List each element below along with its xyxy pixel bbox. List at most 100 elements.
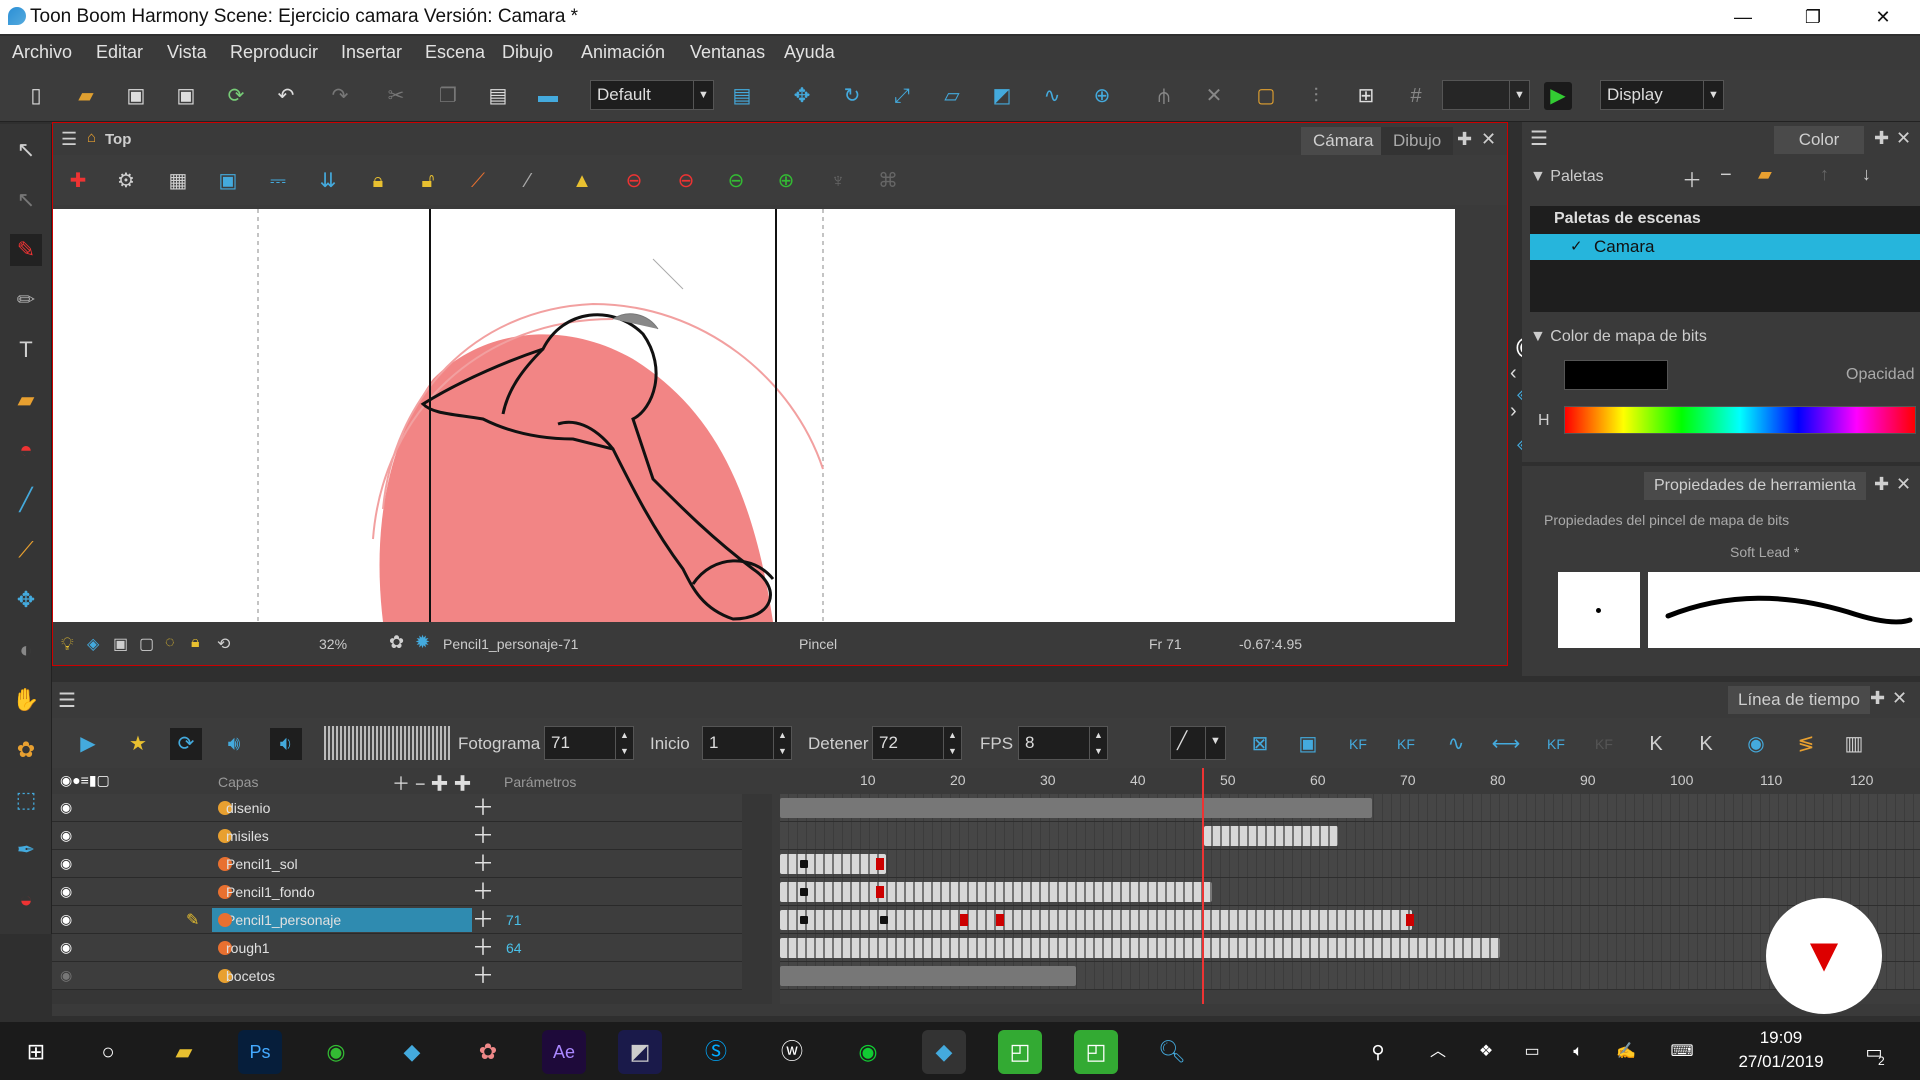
- grid-toggle-icon[interactable]: #: [1402, 82, 1430, 110]
- tab-tool-properties[interactable]: Propiedades de herramienta: [1644, 472, 1866, 500]
- menu-insertar[interactable]: Insertar: [341, 42, 402, 63]
- layer-row[interactable]: ◉ Pencil1_sol ＋: [52, 850, 742, 878]
- fps-input[interactable]: 8 ▲ ▼: [1018, 726, 1108, 760]
- current-color-swatch[interactable]: [1564, 360, 1668, 390]
- tab-drawing[interactable]: Dibujo: [1381, 127, 1454, 155]
- dropbox-icon[interactable]: ❖: [1464, 1030, 1508, 1074]
- paint-icon[interactable]: ◓: [10, 434, 42, 466]
- cortana-icon[interactable]: ○: [86, 1030, 130, 1074]
- transform-tool-icon[interactable]: ⬚: [10, 784, 42, 816]
- light-icon[interactable]: ▲: [567, 167, 597, 195]
- text-icon[interactable]: T: [10, 334, 42, 366]
- safe-frame-icon[interactable]: ▢: [139, 634, 154, 654]
- clock-time[interactable]: 19:09: [1736, 1028, 1826, 1048]
- skype-icon[interactable]: Ⓢ: [694, 1030, 738, 1074]
- bend-icon[interactable]: ≶: [1790, 728, 1822, 760]
- sound-scrub-icon[interactable]: 🔉︎: [270, 728, 302, 760]
- frame-icon[interactable]: ▣: [113, 634, 128, 654]
- word-app-icon[interactable]: ⓦ: [770, 1030, 814, 1074]
- collapse-right-icon[interactable]: ›: [1510, 400, 1517, 423]
- minimize-button[interactable]: —: [1710, 0, 1776, 34]
- ruler-icon[interactable]: ⟋: [463, 167, 493, 195]
- remove-keyframe-button[interactable]: KF: [1390, 728, 1422, 760]
- hamburger-icon[interactable]: ☰: [61, 129, 77, 150]
- keyframe-selected[interactable]: [996, 914, 1004, 926]
- contour-editor-icon[interactable]: ↖: [10, 184, 42, 216]
- cut-icon[interactable]: ✂: [382, 82, 410, 110]
- bulb-icon[interactable]: 💡︎: [61, 634, 74, 655]
- layer-row[interactable]: ◉ Pencil1_fondo ＋: [52, 878, 742, 906]
- start-input[interactable]: 1 ▲ ▼: [702, 726, 792, 760]
- spin-arrows-icon[interactable]: ▲ ▼: [1089, 727, 1107, 759]
- remove-layer-green-icon[interactable]: ⊕: [771, 167, 801, 195]
- copy-icon[interactable]: ❐: [434, 82, 462, 110]
- layer-row[interactable]: ◉ bocetos ＋: [52, 962, 742, 990]
- frame-row[interactable]: [780, 794, 1920, 822]
- play-selection-icon[interactable]: ★: [122, 728, 154, 760]
- eye-icon[interactable]: ◉: [60, 883, 72, 900]
- eye-icon[interactable]: ◉: [60, 799, 72, 816]
- clock-date[interactable]: 27/01/2019: [1726, 1052, 1836, 1072]
- spin-arrows-icon[interactable]: ▲ ▼: [943, 727, 961, 759]
- spotify-icon[interactable]: ◉: [846, 1030, 890, 1074]
- add-keyframe-button[interactable]: KF: [1342, 728, 1374, 760]
- menu-dibujo[interactable]: Dibujo: [502, 42, 553, 63]
- save-as-icon[interactable]: ▣: [172, 82, 200, 110]
- undo-icon[interactable]: ↶: [272, 82, 300, 110]
- keyframe-selected[interactable]: [876, 858, 884, 870]
- keyframe[interactable]: [800, 888, 808, 896]
- hue-slider[interactable]: [1564, 406, 1916, 434]
- layer-row[interactable]: ◉ disenio ＋: [52, 794, 742, 822]
- stop-motion-icon[interactable]: ⟷: [1490, 728, 1522, 760]
- camtasia-recorder-icon[interactable]: ◰: [1074, 1030, 1118, 1074]
- hand-icon[interactable]: ✋: [10, 684, 42, 716]
- sound-icon[interactable]: 🔊︎: [218, 728, 250, 760]
- line-icon[interactable]: ╱: [10, 484, 42, 516]
- keyframe[interactable]: [800, 860, 808, 868]
- cutter-icon[interactable]: ✒: [10, 834, 42, 866]
- layer-row[interactable]: ◉ rough1 ＋ 64: [52, 934, 742, 962]
- grid-icon[interactable]: ▦: [163, 167, 193, 195]
- remove-palette-icon[interactable]: −: [1720, 164, 1732, 187]
- add-layer-red-icon[interactable]: ⊖: [619, 167, 649, 195]
- add-panel-icon[interactable]: ✚: [1870, 688, 1885, 709]
- frame-input[interactable]: 71 ▲ ▼: [544, 726, 634, 760]
- brush-stroke-preview[interactable]: [1648, 572, 1920, 648]
- safe-area-icon[interactable]: ▣: [213, 167, 243, 195]
- eye-icon[interactable]: ◉: [60, 911, 72, 928]
- palette-item-camara[interactable]: ✓ Camara: [1530, 234, 1920, 260]
- frame-row[interactable]: [780, 962, 1920, 990]
- add-panel-icon[interactable]: ✚: [1874, 128, 1889, 149]
- maximize-button[interactable]: ❐: [1780, 0, 1846, 34]
- morph-icon[interactable]: ◐: [10, 634, 42, 666]
- harmony-app-icon[interactable]: ◆: [390, 1030, 434, 1074]
- frame-row[interactable]: [780, 850, 1920, 878]
- add-param-icon[interactable]: ＋: [472, 850, 494, 878]
- layers-icon[interactable]: ◈: [87, 634, 99, 654]
- add-param-icon[interactable]: ＋: [472, 934, 494, 962]
- add-param-icon[interactable]: ＋: [472, 962, 494, 990]
- tab-camera[interactable]: Cámara: [1301, 127, 1386, 155]
- rotate-icon[interactable]: ↻: [838, 82, 866, 110]
- workspace-select[interactable]: Default ▼: [590, 80, 714, 110]
- layers-down-icon[interactable]: ⇊: [313, 167, 343, 195]
- playback-speed-slider[interactable]: [324, 726, 450, 760]
- file-explorer-icon[interactable]: ▰: [162, 1030, 206, 1074]
- brush-size-preview[interactable]: [1558, 572, 1640, 648]
- pen-icon[interactable]: ✍: [1604, 1030, 1648, 1074]
- camtasia-icon[interactable]: ◰: [998, 1030, 1042, 1074]
- reset-view-icon[interactable]: ⟲: [217, 634, 230, 654]
- deform-icon[interactable]: ⌘: [873, 167, 903, 195]
- keyframe[interactable]: [800, 916, 808, 924]
- select-icon[interactable]: ↖: [10, 134, 42, 166]
- visibility-all-icon[interactable]: ◉●≡▮▢: [60, 772, 110, 789]
- search-app-icon[interactable]: 🔍︎: [1150, 1030, 1194, 1074]
- menu-ventanas[interactable]: Ventanas: [690, 42, 765, 63]
- blank-combo[interactable]: ▼: [1442, 80, 1530, 110]
- chevron-up-icon[interactable]: ︿: [1416, 1030, 1460, 1074]
- render-view-icon[interactable]: ▶: [1544, 82, 1572, 110]
- open-folder-icon[interactable]: ▰: [72, 82, 100, 110]
- onion-skin-icon[interactable]: ✚: [63, 167, 93, 195]
- frame-ruler[interactable]: 10 20 30 40 50 60 70 80 90 100 110 120: [780, 768, 1920, 796]
- add-param-icon[interactable]: ＋: [472, 822, 494, 850]
